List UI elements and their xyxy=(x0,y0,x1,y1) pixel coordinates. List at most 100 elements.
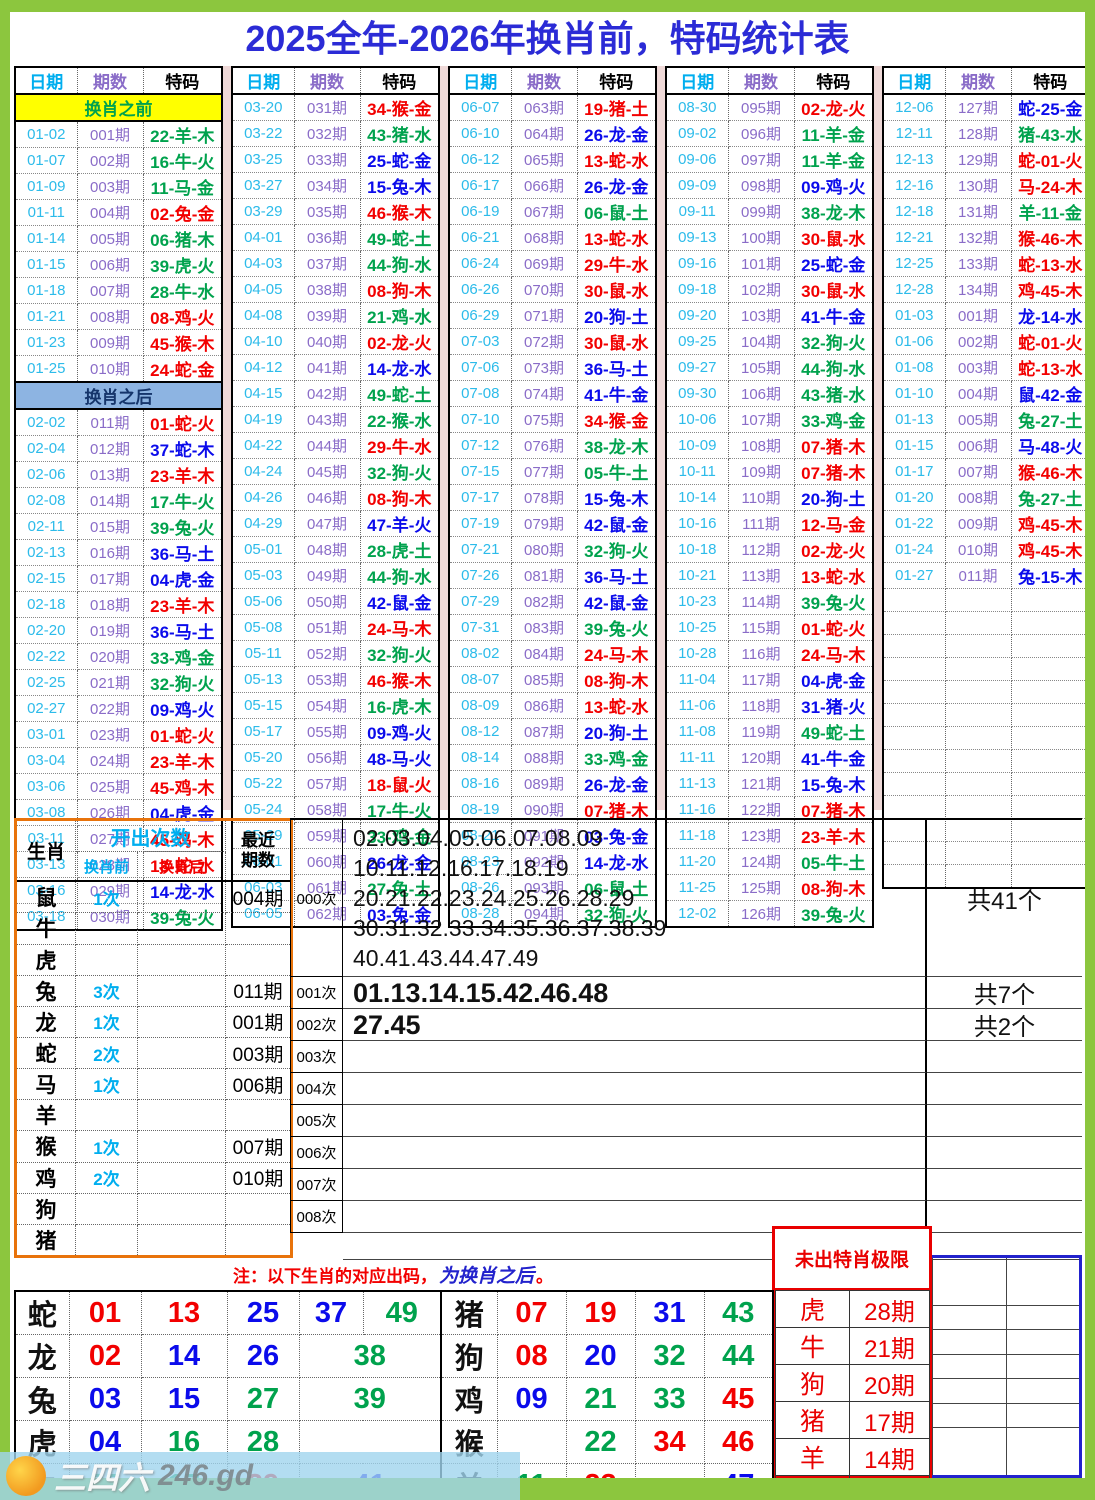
draw-period: 063期 xyxy=(511,94,578,121)
map-number: 39 xyxy=(298,1377,442,1421)
draw-period: 003期 xyxy=(945,354,1012,381)
draw-date: 09-09 xyxy=(666,172,729,199)
date-header: 日期 xyxy=(449,67,512,95)
draw-date: 04-10 xyxy=(232,328,295,355)
draw-code: 25-蛇-金 xyxy=(360,146,440,173)
map-number: 25 xyxy=(226,1290,300,1335)
draw-period: 003期 xyxy=(77,173,144,200)
draw-row: 02-02 011期 01-蛇-火 xyxy=(15,409,223,436)
count-row: 005次 xyxy=(290,1104,1082,1137)
draw-date: 07-15 xyxy=(449,458,512,485)
limit-zodiac: 羊 xyxy=(775,1438,850,1476)
limit-period: 14期 xyxy=(849,1438,930,1476)
draw-code: 34-猴-金 xyxy=(577,406,657,433)
date-header: 日期 xyxy=(232,67,295,95)
draw-date: 07-31 xyxy=(449,614,512,641)
draw-period: 007期 xyxy=(77,277,144,304)
draw-row: 09-09 098期 09-鸡-火 xyxy=(666,172,874,199)
draw-period: 034期 xyxy=(294,172,361,199)
stats-after-count xyxy=(137,1036,226,1070)
draw-period: 110期 xyxy=(728,484,795,511)
draw-date: 04-19 xyxy=(232,406,295,433)
empty-grid-row xyxy=(932,1256,1081,1306)
count-label: 006次 xyxy=(290,1136,343,1169)
draw-code: 24-马-木 xyxy=(577,640,657,667)
draw-period: 119期 xyxy=(728,718,795,745)
draw-code: 01-蛇-火 xyxy=(794,614,874,641)
draw-date: 07-21 xyxy=(449,536,512,563)
stats-zodiac: 鼠 xyxy=(15,880,76,914)
draw-period: 068期 xyxy=(511,224,578,251)
draw-date: 06-19 xyxy=(449,198,512,225)
draw-row: 02-15 017期 04-虎-金 xyxy=(15,565,223,592)
stats-recent-period xyxy=(225,943,292,976)
count-total: 共7个 xyxy=(927,977,1082,1009)
draw-period: 012期 xyxy=(77,435,144,462)
draw-period: 009期 xyxy=(77,329,144,356)
watermark: 三四六 246.gd xyxy=(0,1452,520,1500)
draw-row: 01-18 007期 28-牛-水 xyxy=(15,277,223,304)
map-row: 鸡 09 21 33 45 xyxy=(440,1377,774,1421)
draw-row: 09-30 106期 43-猪-水 xyxy=(666,380,874,407)
section-after-label: 换肖之后 xyxy=(15,381,223,410)
draw-period: 043期 xyxy=(294,406,361,433)
draw-period: 036期 xyxy=(294,224,361,251)
draw-table-3: 日期 期数 特码 06-07 063期 19-猪-土 06-10 064期 26-龙-金 06-1… xyxy=(448,66,657,928)
note-text-end: 。 xyxy=(536,1266,553,1286)
code-header: 特码 xyxy=(577,67,657,95)
draw-table-4: 日期 期数 特码 08-30 095期 02-龙-火 09-02 096期 11-羊-金 09-0… xyxy=(665,66,874,928)
draw-row: 10-23 114期 39-兔-火 xyxy=(666,588,874,615)
count-line: 10.11.12.16.17.18.19 xyxy=(353,855,569,881)
draw-period: 089期 xyxy=(511,770,578,797)
stats-row: 羊 xyxy=(15,1099,292,1132)
stats-recent-period: 011期 xyxy=(225,974,292,1007)
draw-row: 09-25 104期 32-狗-火 xyxy=(666,328,874,355)
draw-date xyxy=(883,749,946,773)
draw-date: 04-29 xyxy=(232,510,295,537)
count-total xyxy=(927,1169,1082,1201)
draw-row: 04-24 045期 32-狗-火 xyxy=(232,458,440,485)
draw-period: 049期 xyxy=(294,562,361,589)
count-label: 008次 xyxy=(290,1200,343,1233)
draw-period: 113期 xyxy=(728,562,795,589)
draw-period: 039期 xyxy=(294,302,361,329)
limit-row: 虎 28期 xyxy=(775,1290,930,1328)
draw-table-header-row: 日期 期数 特码 xyxy=(232,67,440,95)
draw-date: 09-25 xyxy=(666,328,729,355)
draw-date: 06-12 xyxy=(449,146,512,173)
draw-period: 096期 xyxy=(728,120,795,147)
draw-code: 44-狗-水 xyxy=(360,562,440,589)
draw-code: 11-羊-金 xyxy=(794,146,874,173)
draw-date: 02-20 xyxy=(15,617,78,644)
draw-date: 11-06 xyxy=(666,692,729,719)
draw-code: 42-鼠-金 xyxy=(360,588,440,615)
limit-period: 20期 xyxy=(849,1364,930,1402)
count-total xyxy=(927,1073,1082,1105)
draw-date: 05-03 xyxy=(232,562,295,589)
draw-period xyxy=(945,703,1012,727)
draw-code: 45-猴-木 xyxy=(143,329,223,356)
draw-code: 32-狗-火 xyxy=(577,536,657,563)
draw-code: 46-猴-木 xyxy=(360,666,440,693)
draw-row xyxy=(883,657,1091,681)
draw-period: 121期 xyxy=(728,770,795,797)
draw-row: 03-29 035期 46-猴-木 xyxy=(232,198,440,225)
draw-code: 02-兔-金 xyxy=(143,199,223,226)
draw-date: 09-20 xyxy=(666,302,729,329)
draw-period: 019期 xyxy=(77,617,144,644)
draw-code: 32-狗-火 xyxy=(794,328,874,355)
draw-date: 01-17 xyxy=(883,458,946,485)
draw-row: 07-31 083期 39-兔-火 xyxy=(449,614,657,641)
draw-code: 25-蛇-金 xyxy=(794,250,874,277)
draw-date: 03-25 xyxy=(232,146,295,173)
map-number: 32 xyxy=(634,1334,705,1378)
draw-date: 12-18 xyxy=(883,198,946,225)
draw-period: 083期 xyxy=(511,614,578,641)
draw-row: 10-06 107期 33-鸡-金 xyxy=(666,406,874,433)
draw-date: 06-21 xyxy=(449,224,512,251)
period-header: 期数 xyxy=(945,67,1012,95)
map-number: 38 xyxy=(298,1334,442,1378)
draw-period: 052期 xyxy=(294,640,361,667)
draw-row: 01-15 006期 马-48-火 xyxy=(883,432,1091,459)
map-zodiac: 猪 xyxy=(440,1290,498,1335)
